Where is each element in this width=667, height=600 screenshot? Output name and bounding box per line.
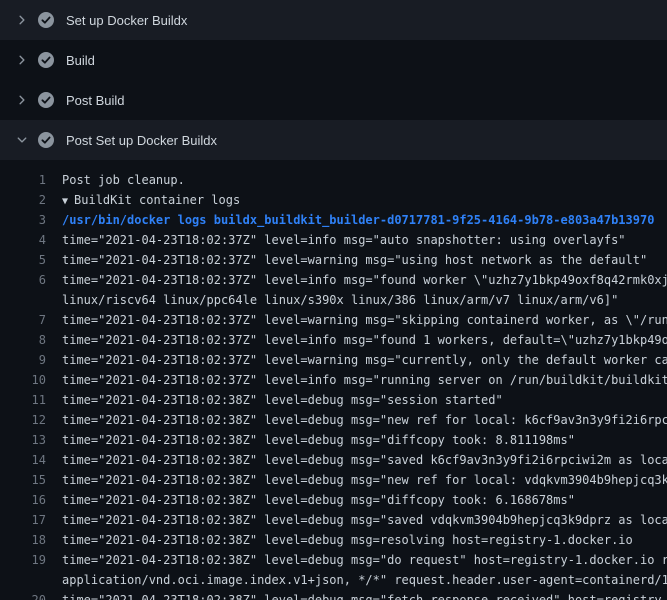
log-text: application/vnd.oci.image.index.v1+json,… xyxy=(62,570,667,590)
log-text: time="2021-04-23T18:02:38Z" level=debug … xyxy=(62,390,667,410)
log-text: time="2021-04-23T18:02:38Z" level=debug … xyxy=(62,430,667,450)
step-label: Set up Docker Buildx xyxy=(66,13,187,28)
log-group-toggle[interactable]: ▼ BuildKit container logs xyxy=(62,190,667,210)
log-text: time="2021-04-23T18:02:38Z" level=debug … xyxy=(62,510,667,530)
line-number[interactable]: 12 xyxy=(0,410,62,430)
line-number[interactable]: 3 xyxy=(0,210,62,230)
line-number[interactable]: 14 xyxy=(0,450,62,470)
log-line: 19time="2021-04-23T18:02:38Z" level=debu… xyxy=(0,550,667,570)
line-number[interactable]: 2 xyxy=(0,190,62,210)
line-number[interactable]: 10 xyxy=(0,370,62,390)
line-number[interactable]: 20 xyxy=(0,590,62,600)
line-number xyxy=(0,570,62,590)
log-line: 3/usr/bin/docker logs buildx_buildkit_bu… xyxy=(0,210,667,230)
log-text: time="2021-04-23T18:02:37Z" level=warnin… xyxy=(62,250,667,270)
check-circle-icon xyxy=(38,92,54,108)
log-text: time="2021-04-23T18:02:38Z" level=debug … xyxy=(62,450,667,470)
log-text: time="2021-04-23T18:02:37Z" level=warnin… xyxy=(62,350,667,370)
log-text: linux/riscv64 linux/ppc64le linux/s390x … xyxy=(62,290,667,310)
log-line: 16time="2021-04-23T18:02:38Z" level=debu… xyxy=(0,490,667,510)
line-number[interactable]: 7 xyxy=(0,310,62,330)
chevron-right-icon xyxy=(14,52,30,68)
check-circle-icon xyxy=(38,52,54,68)
line-number[interactable]: 6 xyxy=(0,270,62,290)
step-header-post-build[interactable]: Post Build xyxy=(0,80,667,120)
chevron-right-icon xyxy=(14,12,30,28)
line-number[interactable]: 5 xyxy=(0,250,62,270)
step-header-post-set-up-docker-buildx[interactable]: Post Set up Docker Buildx xyxy=(0,120,667,160)
check-circle-icon xyxy=(38,132,54,148)
steps-list: Set up Docker Buildx Build Post Build Post … xyxy=(0,0,667,160)
log-line: linux/riscv64 linux/ppc64le linux/s390x … xyxy=(0,290,667,310)
log-line: 15time="2021-04-23T18:02:38Z" level=debu… xyxy=(0,470,667,490)
line-number[interactable]: 13 xyxy=(0,430,62,450)
line-number[interactable]: 16 xyxy=(0,490,62,510)
log-text: time="2021-04-23T18:02:38Z" level=debug … xyxy=(62,550,667,570)
log-line: 17time="2021-04-23T18:02:38Z" level=debu… xyxy=(0,510,667,530)
step-label: Build xyxy=(66,53,95,68)
line-number[interactable]: 4 xyxy=(0,230,62,250)
log-line: 5time="2021-04-23T18:02:37Z" level=warni… xyxy=(0,250,667,270)
log-text: time="2021-04-23T18:02:38Z" level=debug … xyxy=(62,470,667,490)
log-line: 4time="2021-04-23T18:02:37Z" level=info … xyxy=(0,230,667,250)
log-line: 10time="2021-04-23T18:02:37Z" level=info… xyxy=(0,370,667,390)
log-text: time="2021-04-23T18:02:37Z" level=warnin… xyxy=(62,310,667,330)
chevron-right-icon xyxy=(14,92,30,108)
log-text: time="2021-04-23T18:02:37Z" level=info m… xyxy=(62,270,667,290)
log-line: 7time="2021-04-23T18:02:37Z" level=warni… xyxy=(0,310,667,330)
log-text: time="2021-04-23T18:02:37Z" level=info m… xyxy=(62,330,667,350)
log-command-text: /usr/bin/docker logs buildx_buildkit_bui… xyxy=(62,210,667,230)
step-header-set-up-docker-buildx[interactable]: Set up Docker Buildx xyxy=(0,0,667,40)
log-text: time="2021-04-23T18:02:38Z" level=debug … xyxy=(62,530,667,550)
log-line: 20time="2021-04-23T18:02:38Z" level=debu… xyxy=(0,590,667,600)
log-line: 12time="2021-04-23T18:02:38Z" level=debu… xyxy=(0,410,667,430)
line-number xyxy=(0,290,62,310)
log-lines: 1Post job cleanup.2▼ BuildKit container l… xyxy=(0,160,667,600)
log-line: 8time="2021-04-23T18:02:37Z" level=info … xyxy=(0,330,667,350)
log-text: time="2021-04-23T18:02:38Z" level=debug … xyxy=(62,410,667,430)
line-number[interactable]: 8 xyxy=(0,330,62,350)
workflow-log-panel: Set up Docker Buildx Build Post Build Post … xyxy=(0,0,667,600)
log-text: time="2021-04-23T18:02:37Z" level=info m… xyxy=(62,370,667,390)
line-number[interactable]: 15 xyxy=(0,470,62,490)
log-line: application/vnd.oci.image.index.v1+json,… xyxy=(0,570,667,590)
step-label: Post Set up Docker Buildx xyxy=(66,133,217,148)
check-circle-icon xyxy=(38,12,54,28)
line-number[interactable]: 19 xyxy=(0,550,62,570)
log-line: 2▼ BuildKit container logs xyxy=(0,190,667,210)
step-label: Post Build xyxy=(66,93,125,108)
log-line: 1Post job cleanup. xyxy=(0,170,667,190)
line-number[interactable]: 9 xyxy=(0,350,62,370)
line-number[interactable]: 11 xyxy=(0,390,62,410)
step-header-build[interactable]: Build xyxy=(0,40,667,80)
line-number[interactable]: 1 xyxy=(0,170,62,190)
log-text: time="2021-04-23T18:02:37Z" level=info m… xyxy=(62,230,667,250)
line-number[interactable]: 17 xyxy=(0,510,62,530)
log-line: 11time="2021-04-23T18:02:38Z" level=debu… xyxy=(0,390,667,410)
log-text: time="2021-04-23T18:02:38Z" level=debug … xyxy=(62,590,667,600)
log-line: 18time="2021-04-23T18:02:38Z" level=debu… xyxy=(0,530,667,550)
log-line: 9time="2021-04-23T18:02:37Z" level=warni… xyxy=(0,350,667,370)
line-number[interactable]: 18 xyxy=(0,530,62,550)
log-line: 13time="2021-04-23T18:02:38Z" level=debu… xyxy=(0,430,667,450)
log-text: Post job cleanup. xyxy=(62,170,667,190)
chevron-down-icon xyxy=(14,132,30,148)
log-line: 6time="2021-04-23T18:02:37Z" level=info … xyxy=(0,270,667,290)
log-text: time="2021-04-23T18:02:38Z" level=debug … xyxy=(62,490,667,510)
triangle-down-icon: ▼ xyxy=(62,196,68,207)
log-line: 14time="2021-04-23T18:02:38Z" level=debu… xyxy=(0,450,667,470)
log-group-label: BuildKit container logs xyxy=(74,193,240,207)
